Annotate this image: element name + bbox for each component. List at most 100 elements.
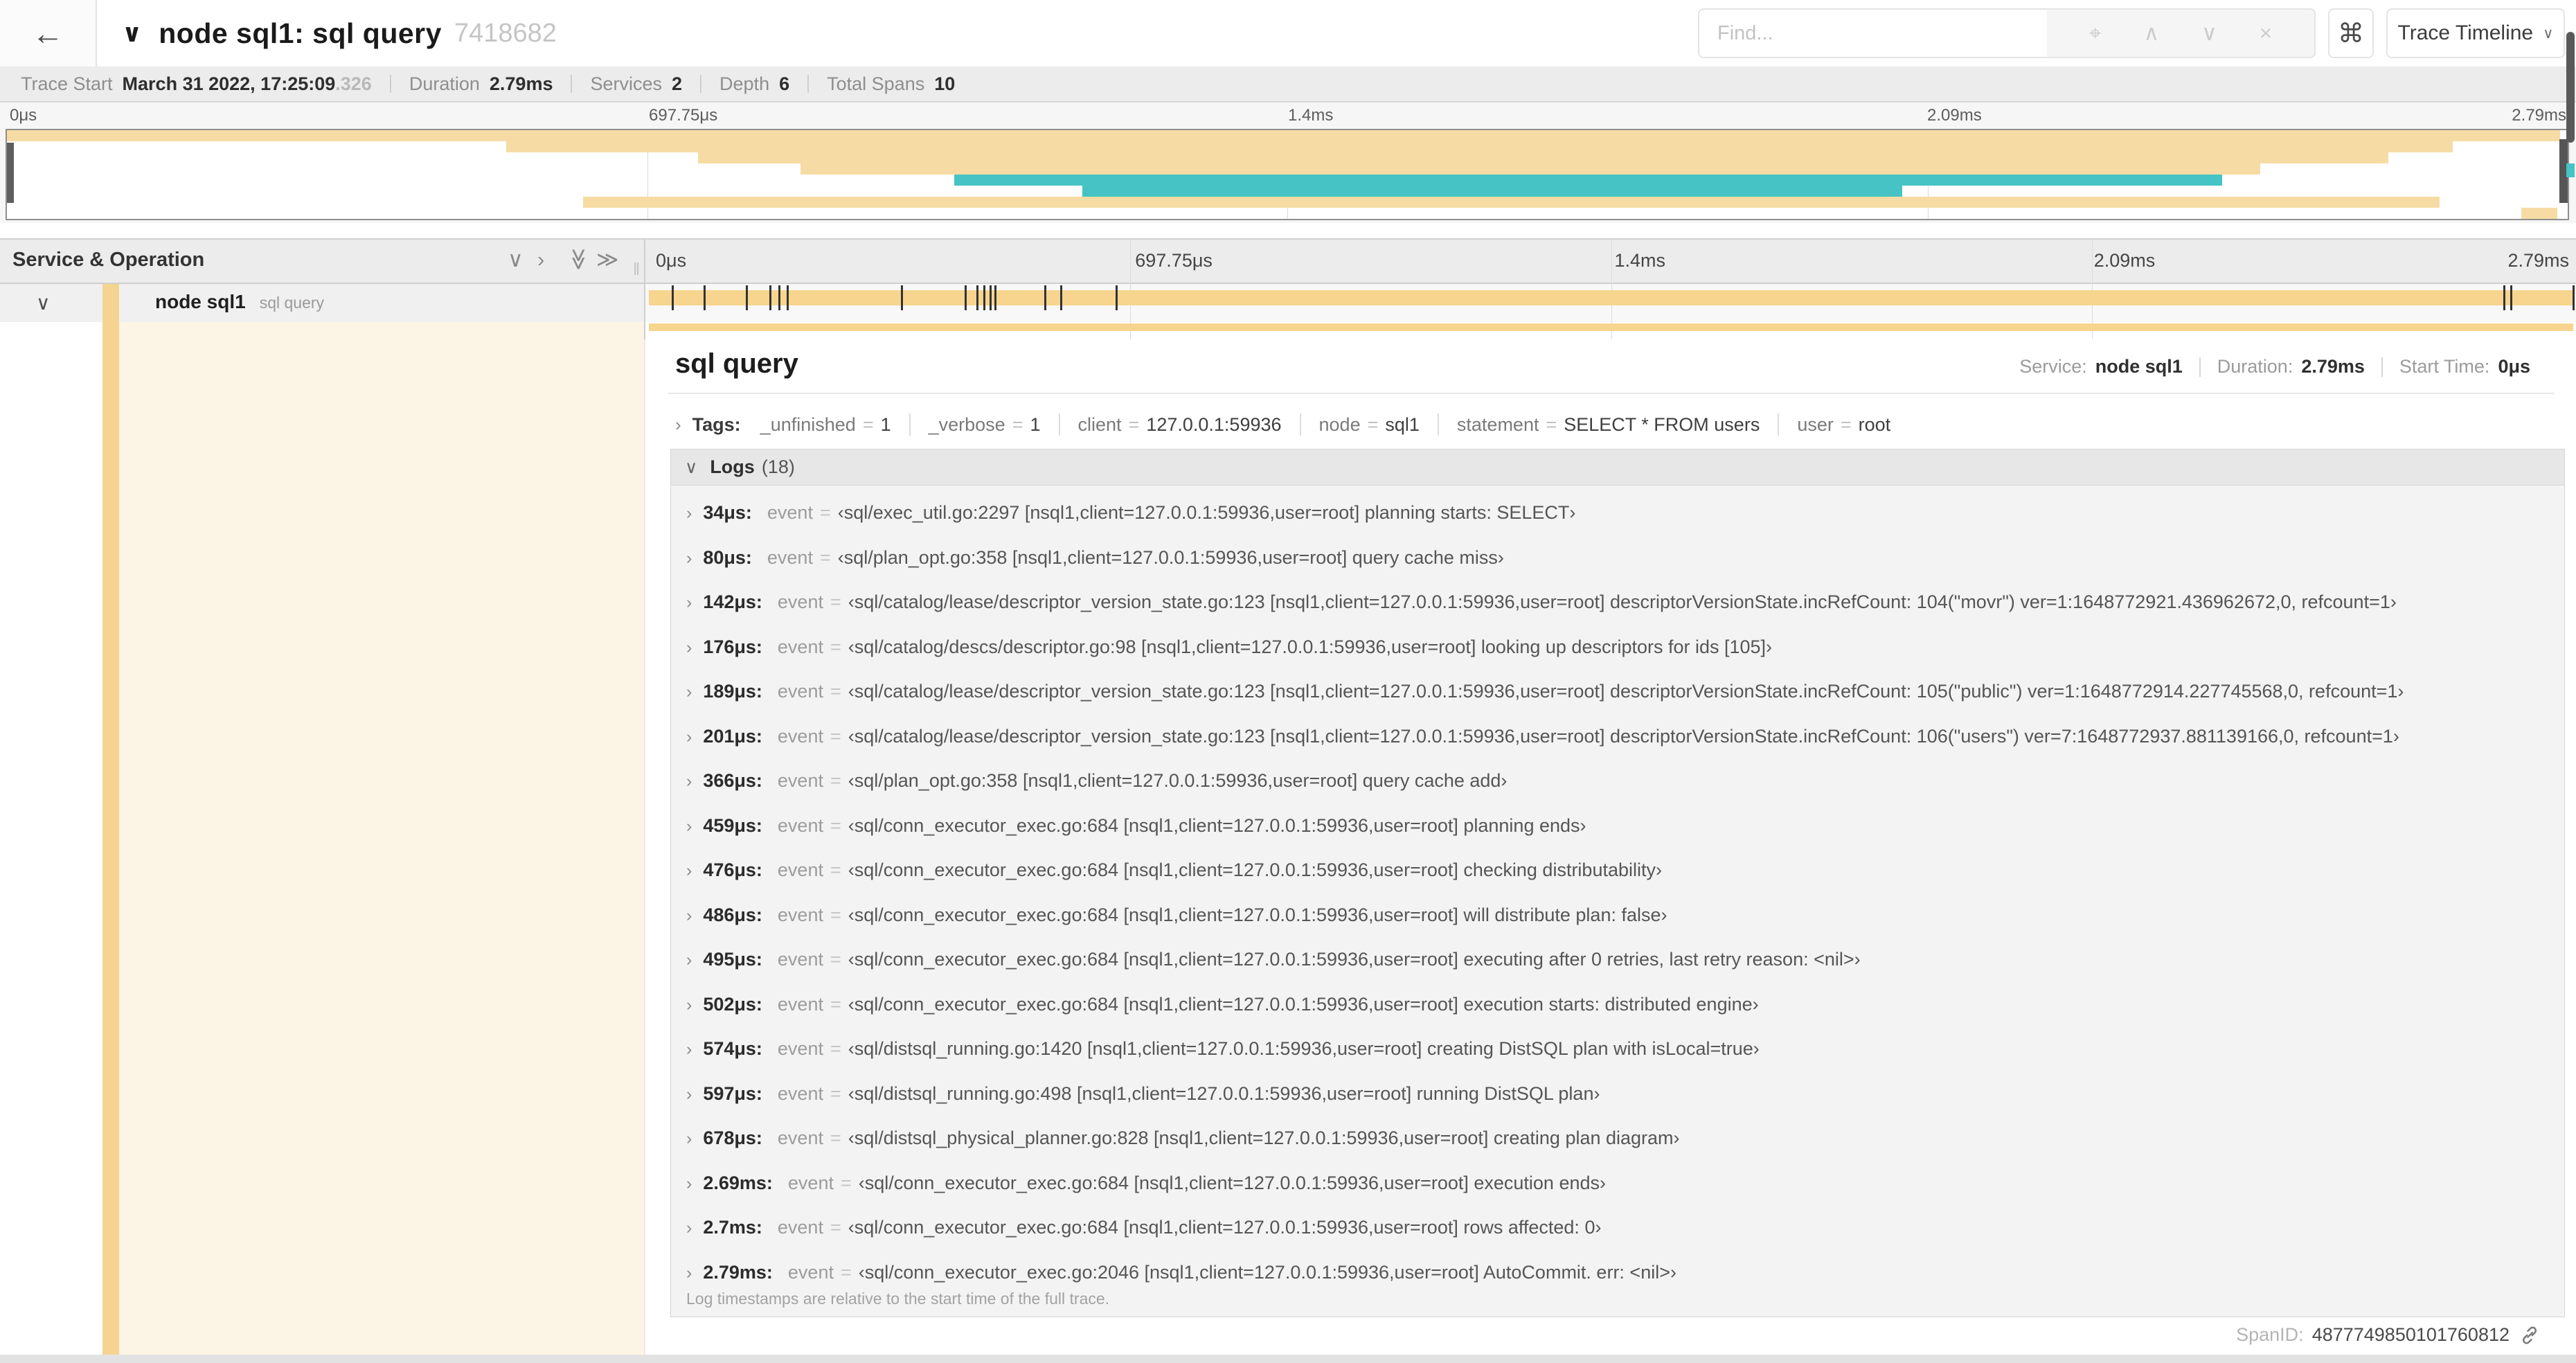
- log-field-value: ‹sql/conn_executor_exec.go:684 [nsql1,cl…: [848, 859, 1662, 880]
- log-entry-row[interactable]: › 459μs: event = ‹sql/conn_executor_exec.go:…: [686, 815, 1586, 837]
- log-timestamp: 597μs:: [703, 1083, 762, 1104]
- tag-value: SELECT * FROM users: [1564, 413, 1760, 435]
- chevron-right-icon: ›: [686, 906, 692, 925]
- scrollbar-thumb[interactable]: [2566, 32, 2575, 143]
- clear-icon[interactable]: ×: [2260, 21, 2272, 46]
- timeline-tick-label: 2.79ms: [2507, 250, 2569, 271]
- log-timestamp: 476μs:: [703, 859, 762, 880]
- tag-value: sql1: [1385, 413, 1420, 435]
- log-equals: =: [840, 1262, 852, 1283]
- log-entry-row[interactable]: › 502μs: event = ‹sql/conn_executor_exec.go:…: [686, 994, 1759, 1015]
- tag-equals: =: [1840, 413, 1852, 435]
- logs-title: Logs: [710, 456, 755, 477]
- tags-row[interactable]: › Tags: _unfinished = 1 _verbose = 1 client = 127.…: [675, 407, 1890, 442]
- summary-divider: [700, 75, 702, 93]
- span-id-row: SpanID: 4877749850101760812: [2236, 1324, 2540, 1346]
- keyboard-shortcuts-button[interactable]: ⌘: [2328, 8, 2374, 58]
- log-entry-row[interactable]: › 574μs: event = ‹sql/distsql_running.go:142…: [686, 1038, 1760, 1060]
- log-equals: =: [830, 770, 841, 791]
- log-entry-row[interactable]: › 201μs: event = ‹sql/catalog/lease/descript…: [686, 726, 2399, 747]
- log-entry-row[interactable]: › 597μs: event = ‹sql/distsql_running.go:498…: [686, 1083, 1600, 1105]
- link-icon[interactable]: [2519, 1325, 2540, 1346]
- log-field-value: ‹sql/conn_executor_exec.go:684 [nsql1,cl…: [858, 1173, 1606, 1193]
- span-expander-icon[interactable]: ∨: [36, 292, 51, 314]
- log-entry-row[interactable]: › 34μs: event = ‹sql/exec_util.go:2297 [nsql…: [686, 502, 1575, 524]
- tag-key: statement: [1456, 413, 1539, 435]
- summary-value: March 31 2022, 17:25:09: [122, 73, 336, 94]
- detail-operation-title: sql query: [675, 348, 798, 379]
- log-field-key: event: [777, 636, 823, 657]
- detail-divider: [668, 393, 2555, 394]
- summary-label: Depth: [719, 73, 770, 94]
- log-field-value: ‹sql/conn_executor_exec.go:684 [nsql1,cl…: [848, 949, 1861, 970]
- span-row-name-cell[interactable]: ∨ node sql1 sql query: [0, 284, 644, 322]
- log-field-key: event: [777, 681, 823, 702]
- log-equals: =: [830, 994, 841, 1015]
- summary-item: Services 2: [590, 73, 682, 95]
- expand-all-icon[interactable]: ≫: [596, 249, 618, 270]
- summary-item: Total Spans 10: [827, 73, 955, 95]
- chevron-right-icon: ›: [675, 413, 681, 435]
- back-arrow-icon: ←: [32, 15, 64, 51]
- expand-one-icon[interactable]: ›: [537, 249, 544, 270]
- log-entry-row[interactable]: › 366μs: event = ‹sql/plan_opt.go:358 [nsql1…: [686, 770, 1507, 792]
- log-field-key: event: [777, 770, 823, 791]
- log-timestamp: 2.69ms:: [703, 1173, 773, 1193]
- span-color-accent: [102, 284, 119, 322]
- find-input[interactable]: Find...: [1699, 10, 2047, 57]
- log-equals: =: [830, 905, 841, 925]
- locate-icon[interactable]: ⌖: [2089, 21, 2101, 46]
- minimap-left-scrub-handle[interactable]: [7, 142, 14, 203]
- tag-key: user: [1797, 413, 1834, 435]
- tag-divider: [1058, 413, 1060, 436]
- logs-count: (18): [761, 456, 795, 477]
- timeline-tick-label: 2.09ms: [2093, 250, 2156, 271]
- logs-header[interactable]: ∨ Logs (18): [671, 449, 2564, 485]
- log-field-value: ‹sql/catalog/descs/descriptor.go:98 [nsq…: [848, 636, 1773, 657]
- log-tick-mark: [983, 285, 986, 310]
- tag-equals: =: [1367, 413, 1379, 435]
- summary-value-suffix: .326: [335, 73, 372, 94]
- span-id-label: SpanID:: [2236, 1324, 2304, 1345]
- log-entry-row[interactable]: › 486μs: event = ‹sql/conn_executor_exec.go:…: [686, 905, 1667, 926]
- span-duration-bar[interactable]: [649, 285, 2575, 310]
- log-field-value: ‹sql/conn_executor_exec.go:684 [nsql1,cl…: [848, 905, 1667, 925]
- collapse-one-icon[interactable]: ∨: [508, 249, 524, 270]
- chevron-right-icon: ›: [686, 1263, 692, 1283]
- log-entry-row[interactable]: › 189μs: event = ‹sql/catalog/lease/descript…: [686, 681, 2404, 702]
- minimap-tick-label: 697.75μs: [649, 106, 718, 125]
- prev-match-icon[interactable]: ∧: [2143, 21, 2159, 46]
- chevron-right-icon: ›: [686, 861, 692, 880]
- summary-label: Services: [590, 73, 662, 94]
- log-timestamp: 2.79ms:: [703, 1262, 773, 1283]
- trace-timeline-page: ← ∨ node sql1: sql query 7418682 Find...…: [0, 0, 2576, 1363]
- minimap-span-row: [800, 163, 2261, 175]
- log-entry-row[interactable]: › 80μs: event = ‹sql/plan_opt.go:358 [nsql1,…: [686, 547, 1504, 569]
- column-split-border[interactable]: [644, 238, 645, 339]
- collapse-all-icon[interactable]: ≫: [567, 248, 591, 270]
- summary-divider: [389, 75, 391, 93]
- log-entry-row[interactable]: › 678μs: event = ‹sql/distsql_physical_plann…: [686, 1128, 1680, 1149]
- log-entry-row[interactable]: › 2.7ms: event = ‹sql/conn_executor_exec.go:…: [686, 1217, 1601, 1238]
- log-field-key: event: [767, 502, 813, 523]
- back-button[interactable]: ←: [0, 0, 97, 66]
- chevron-right-icon: ›: [686, 504, 692, 523]
- log-equals: =: [819, 502, 831, 523]
- column-resizer-grip[interactable]: ‖: [633, 260, 642, 280]
- log-entry-row[interactable]: › 2.79ms: event = ‹sql/conn_executor_exec.go…: [686, 1262, 1676, 1283]
- view-selector-dropdown[interactable]: Trace Timeline ∨: [2386, 8, 2565, 58]
- trace-collapse-icon[interactable]: ∨: [122, 19, 142, 48]
- meta-divider: [2381, 357, 2383, 377]
- log-entry-row[interactable]: › 476μs: event = ‹sql/conn_executor_exec.go:…: [686, 859, 1662, 881]
- log-entry-row[interactable]: › 495μs: event = ‹sql/conn_executor_exec.go:…: [686, 949, 1861, 970]
- log-entry-row[interactable]: › 142μs: event = ‹sql/catalog/lease/descript…: [686, 591, 2397, 613]
- log-entry-row[interactable]: › 176μs: event = ‹sql/catalog/descs/descript…: [686, 636, 1772, 658]
- tag-value: 1: [1030, 413, 1041, 435]
- log-field-value: ‹sql/exec_util.go:2297 [nsql1,client=127…: [837, 502, 1576, 523]
- log-field-value: ‹sql/catalog/lease/descriptor_version_st…: [848, 681, 2404, 702]
- next-match-icon[interactable]: ∨: [2201, 21, 2217, 46]
- log-entry-row[interactable]: › 2.69ms: event = ‹sql/conn_executor_exec.go…: [686, 1173, 1606, 1194]
- timeline-tick-label: 0μs: [656, 250, 687, 271]
- minimap-canvas[interactable]: [6, 129, 2569, 220]
- summary-value: 10: [934, 73, 956, 94]
